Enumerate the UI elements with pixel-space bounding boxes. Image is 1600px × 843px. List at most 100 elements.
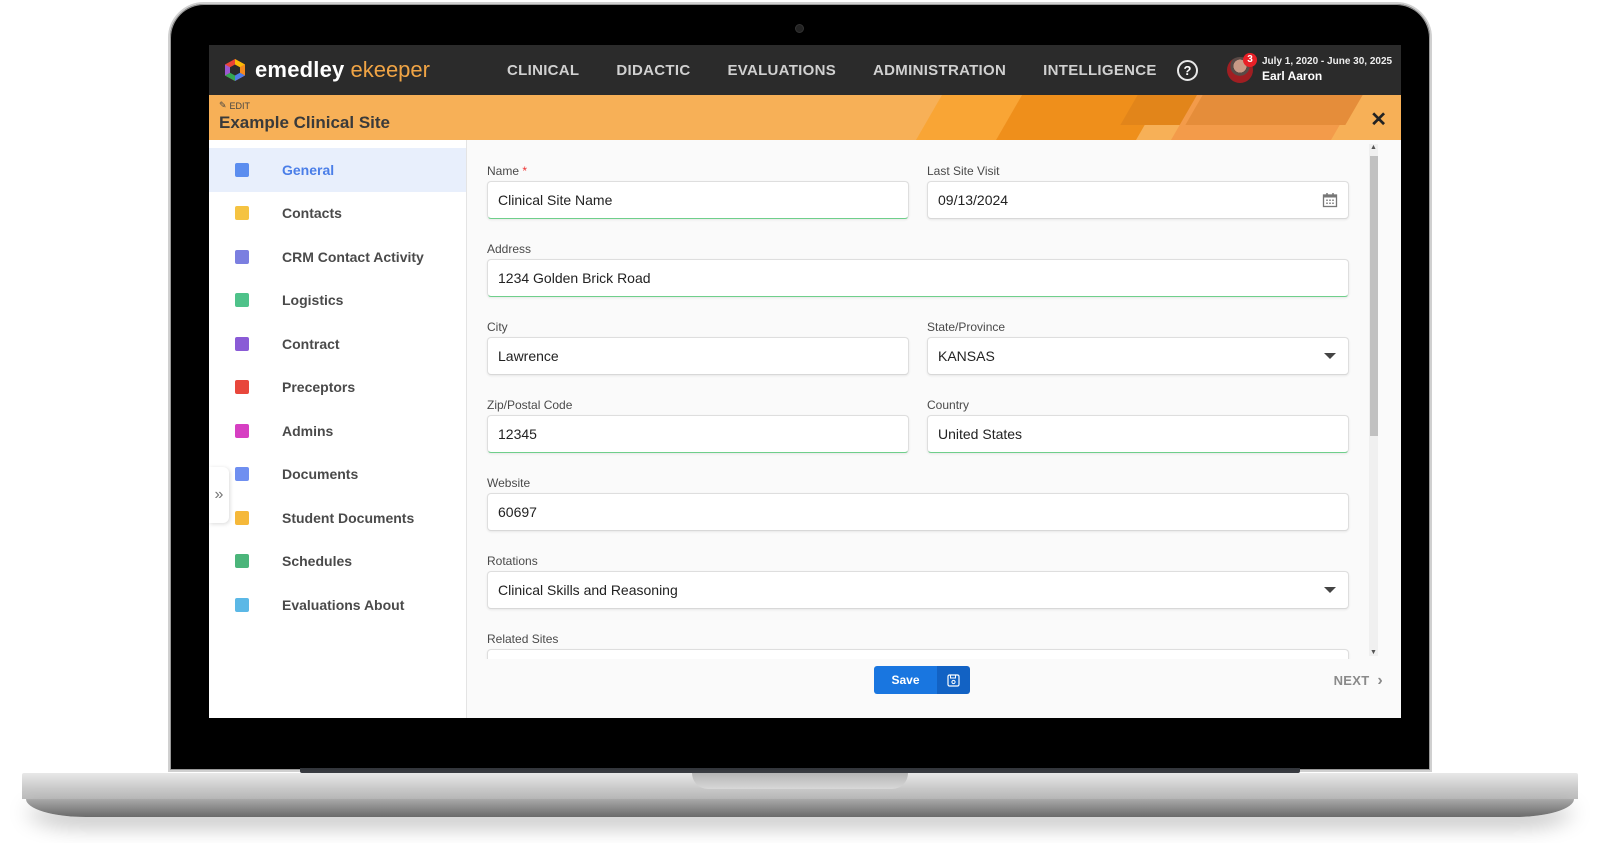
chevron-right-icon: › [1377, 672, 1383, 689]
student-document-icon [235, 510, 249, 525]
close-icon[interactable]: ✕ [1370, 107, 1387, 132]
required-mark: * [522, 164, 528, 178]
sidebar-item-label: Student Documents [282, 509, 415, 526]
last-site-visit-label: Last Site Visit [927, 164, 1000, 178]
nav-clinical[interactable]: CLINICAL [507, 62, 579, 79]
rotations-value: Clinical Skills and Reasoning [498, 582, 678, 598]
address-label: Address [487, 242, 532, 256]
nav-administration[interactable]: ADMINISTRATION [873, 62, 1006, 79]
brand-secondary: ekeeper [350, 57, 430, 82]
zip-input[interactable]: 12345 [487, 415, 909, 453]
zip-label: Zip/Postal Code [487, 398, 573, 412]
screen-bezel [172, 718, 1428, 768]
sidebar-item-evaluations-about[interactable]: Evaluations About [209, 583, 466, 627]
hexagon-logo-icon [225, 59, 245, 81]
expand-sidebar-button[interactable]: » [209, 467, 229, 523]
id-card-icon [235, 162, 249, 177]
sidebar-item-logistics[interactable]: Logistics [209, 279, 466, 323]
sidebar-item-label: Evaluations About [282, 596, 405, 613]
related-sites-label: Related Sites [487, 632, 559, 646]
form-footer: Save NEXT › [468, 659, 1401, 719]
preceptor-icon [235, 380, 249, 395]
sidebar-item-label: Admins [282, 422, 334, 439]
webcam [795, 24, 804, 33]
chevron-down-icon[interactable] [1324, 353, 1336, 359]
sidebar-item-preceptors[interactable]: Preceptors [209, 366, 466, 410]
country-label: Country [927, 398, 970, 412]
brand-primary: emedley [255, 57, 345, 82]
edit-text: EDIT [229, 100, 251, 111]
next-button[interactable]: NEXT › [1334, 672, 1383, 690]
laptop-base-bottom [26, 799, 1574, 817]
logo[interactable]: emedley ekeeper [223, 57, 483, 83]
header-decoration [1185, 95, 1363, 125]
academic-year-range[interactable]: July 1, 2020 - June 30, 2025 [1262, 56, 1392, 67]
nav-evaluations[interactable]: EVALUATIONS [727, 62, 836, 79]
last-site-visit-value: 09/13/2024 [938, 192, 1009, 208]
page-title: Example Clinical Site [219, 113, 391, 132]
city-input[interactable]: Lawrence [487, 337, 909, 375]
city-label: City [487, 320, 508, 334]
state-value: KANSAS [938, 348, 995, 364]
evaluation-check-icon [235, 597, 249, 612]
scroll-up-arrow[interactable]: ▲ [1370, 144, 1377, 151]
scroll-thumb[interactable] [1370, 156, 1378, 436]
page-header: ✎ EDIT Example Clinical Site ✕ [209, 95, 1401, 140]
sidebar-list: General Contacts CRM Contact Activity Logis… [209, 148, 466, 627]
sidebar-item-student-documents[interactable]: Student Documents [209, 496, 466, 540]
sidebar-item-label: Contract [282, 335, 340, 352]
help-icon[interactable]: ? [1177, 60, 1198, 81]
state-select[interactable]: KANSAS [927, 337, 1349, 375]
section-sidebar: General Contacts CRM Contact Activity Logis… [209, 140, 467, 719]
sidebar-item-label: Contacts [282, 205, 342, 222]
website-label: Website [487, 476, 531, 490]
form-scrollbar[interactable]: ▲ ▼ [1369, 144, 1378, 656]
admins-group-icon [235, 423, 249, 438]
sidebar-item-documents[interactable]: Documents [209, 453, 466, 497]
last-site-visit-input[interactable]: 09/13/2024 [927, 181, 1349, 219]
sidebar-item-label: General [282, 161, 335, 178]
nav-intelligence[interactable]: INTELLIGENCE [1043, 62, 1157, 79]
country-input[interactable]: United States [927, 415, 1349, 453]
sidebar-item-admins[interactable]: Admins [209, 409, 466, 453]
chevron-down-icon[interactable] [1324, 587, 1336, 593]
edit-mode-label: ✎ EDIT [219, 100, 250, 111]
rotations-select[interactable]: Clinical Skills and Reasoning [487, 571, 1349, 609]
user-name[interactable]: Earl Aaron [1262, 69, 1322, 83]
name-input[interactable]: Clinical Site Name [487, 181, 909, 219]
sidebar-item-label: Preceptors [282, 379, 356, 396]
name-label: Name * [487, 164, 528, 178]
document-icon [235, 467, 249, 482]
sidebar-item-general[interactable]: General [209, 148, 466, 192]
sidebar-item-label: Logistics [282, 292, 344, 309]
sidebar-item-label: CRM Contact Activity [282, 248, 424, 265]
sidebar-item-label: Documents [282, 466, 359, 483]
next-label: NEXT [1333, 673, 1370, 688]
nav-didactic[interactable]: DIDACTIC [616, 62, 690, 79]
contract-sign-icon [235, 336, 249, 351]
sidebar-item-schedules[interactable]: Schedules [209, 540, 466, 584]
calendar-icon[interactable] [1322, 192, 1338, 208]
save-label: Save [874, 666, 937, 694]
scroll-down-arrow[interactable]: ▼ [1370, 649, 1377, 656]
clipboard-icon [235, 293, 249, 308]
rotations-label: Rotations [487, 554, 538, 568]
state-label: State/Province [927, 320, 1006, 334]
laptop-notch [692, 773, 908, 789]
form-area: Name * Clinical Site Name Last Site Visi… [468, 140, 1401, 660]
address-input[interactable]: 1234 Golden Brick Road [487, 259, 1349, 297]
calendar-icon [235, 554, 249, 569]
mail-open-icon [235, 249, 249, 264]
contact-book-icon [235, 206, 249, 221]
app-screen: emedley ekeeper CLINICAL DIDACTIC EVALUA… [209, 45, 1401, 719]
floppy-disk-icon [937, 666, 970, 694]
sidebar-item-contract[interactable]: Contract [209, 322, 466, 366]
website-input[interactable]: 60697 [487, 493, 1349, 531]
pencil-icon: ✎ [219, 100, 227, 110]
sidebar-item-contacts[interactable]: Contacts [209, 192, 466, 236]
main-nav: CLINICAL DIDACTIC EVALUATIONS ADMINISTRA… [507, 62, 1194, 79]
top-navbar: emedley ekeeper CLINICAL DIDACTIC EVALUA… [209, 45, 1401, 95]
save-button[interactable]: Save [874, 666, 970, 694]
notification-badge[interactable]: 3 [1243, 53, 1257, 67]
sidebar-item-crm-contact-activity[interactable]: CRM Contact Activity [209, 235, 466, 279]
